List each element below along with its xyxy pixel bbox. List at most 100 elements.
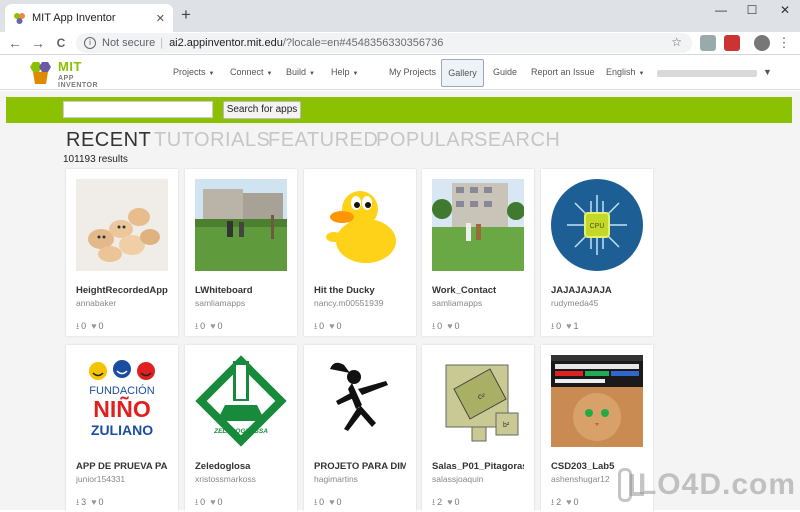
app-card[interactable]: LWhiteboard samliamapps ⭳ 0 ♥ 0 <box>185 169 297 336</box>
lo4d-watermark: LO4D.com <box>618 462 796 508</box>
app-author[interactable]: hagimartins <box>314 474 406 484</box>
menu-projects[interactable]: Projects ▼ <box>173 67 214 77</box>
app-stats: ⭳ 0 ♥ 0 <box>314 497 342 507</box>
close-window-button[interactable]: ✕ <box>770 3 800 17</box>
b-squared-label: b² <box>503 422 510 429</box>
app-thumbnail[interactable] <box>76 179 168 271</box>
app-name[interactable]: HeightRecordedApp <box>76 285 168 296</box>
app-stats: ⭳ 0 ♥ 0 <box>314 321 342 331</box>
app-author[interactable]: annabaker <box>76 298 168 308</box>
app-name[interactable]: PROJETO PARA DIMI <box>314 461 406 472</box>
my-projects-link[interactable]: My Projects <box>389 67 436 77</box>
app-card[interactable]: PROJETO PARA DIMI hagimartins ⭳ 0 ♥ 0 <box>304 345 416 512</box>
extension-icon[interactable] <box>700 35 716 51</box>
security-label: Not secure <box>102 37 156 49</box>
account-chevron-icon[interactable]: ▼ <box>763 67 772 77</box>
app-thumbnail[interactable]: c² b² <box>432 355 524 447</box>
tab-featured[interactable]: FEATURED <box>268 129 378 152</box>
app-author[interactable]: samliamapps <box>195 298 287 308</box>
download-icon: ⭳ <box>551 321 555 331</box>
new-tab-button[interactable]: + <box>181 6 191 24</box>
forward-button[interactable]: → <box>28 33 48 53</box>
app-card[interactable]: c² b² Salas_P01_Pitagoras salassjoaquin … <box>422 345 534 512</box>
gallery-button[interactable]: Gallery <box>441 59 484 87</box>
avatar[interactable] <box>754 35 770 51</box>
app-thumbnail[interactable]: ZELEDOGLOSSA <box>195 355 287 447</box>
extension-shield-icon[interactable] <box>724 35 740 51</box>
app-thumbnail[interactable] <box>432 179 524 271</box>
tab-close-icon[interactable]: ✕ <box>156 12 165 25</box>
gallery-page: Search for apps RECENT TUTORIALS FEATURE… <box>0 91 800 512</box>
heart-icon: ♥ <box>566 321 572 331</box>
guide-link[interactable]: Guide <box>493 67 517 77</box>
minimize-button[interactable]: — <box>706 3 736 17</box>
tab-recent[interactable]: RECENT <box>66 129 151 152</box>
report-issue-link[interactable]: Report an Issue <box>531 67 595 77</box>
app-thumbnail[interactable] <box>195 179 287 271</box>
tab-popular[interactable]: POPULAR <box>376 129 475 152</box>
download-icon: ⭳ <box>314 321 318 331</box>
app-author[interactable]: rudymeda45 <box>551 298 643 308</box>
logo-hexagon-icon <box>30 62 51 84</box>
app-name[interactable]: Work_Contact <box>432 285 524 296</box>
menu-help[interactable]: Help ▼ <box>331 67 358 77</box>
tab-search[interactable]: SEARCH <box>474 129 560 152</box>
tab-title: MIT App Inventor <box>32 12 116 24</box>
app-name[interactable]: Salas_P01_Pitagoras <box>432 461 524 472</box>
app-name[interactable]: APP DE PRUEVA PARA <box>76 461 168 472</box>
app-stats: ⭳ 0 ♥ 1 <box>551 321 579 331</box>
app-name[interactable]: Zeledoglosa <box>195 461 287 472</box>
menu-connect[interactable]: Connect ▼ <box>230 67 272 77</box>
app-stats: ⭳ 3 ♥ 0 <box>76 497 104 507</box>
app-stats: ⭳ 0 ♥ 0 <box>76 321 104 331</box>
search-apps-button[interactable]: Search for apps <box>223 101 301 119</box>
app-card[interactable]: Work_Contact samliamapps ⭳ 0 ♥ 0 <box>422 169 534 336</box>
menu-build[interactable]: Build ▼ <box>286 67 315 77</box>
back-button[interactable]: ← <box>5 33 25 53</box>
tab-tutorials[interactable]: TUTORIALS <box>154 129 270 152</box>
chevron-down-icon: ▼ <box>638 71 645 77</box>
heart-icon: ♥ <box>210 497 216 507</box>
chevron-down-icon: ▼ <box>208 71 215 77</box>
download-icon: ⭳ <box>76 321 80 331</box>
url-domain: ai2.appinventor.mit.edu <box>169 37 283 49</box>
address-bar[interactable]: i Not secure | ai2.appinventor.mit.edu /… <box>76 33 692 53</box>
app-thumbnail[interactable] <box>314 179 406 271</box>
search-input[interactable] <box>63 101 213 118</box>
cpu-label: CPU <box>590 223 605 230</box>
app-stats: ⭳ 0 ♥ 0 <box>195 497 223 507</box>
app-card[interactable]: Hit the Ducky nancy.m00551939 ⭳ 0 ♥ 0 <box>304 169 416 336</box>
info-icon[interactable]: i <box>84 37 96 49</box>
heart-icon: ♥ <box>329 321 335 331</box>
language-menu[interactable]: English ▼ <box>606 67 644 77</box>
app-card[interactable]: FUNDACIÓN NIÑO ZULIANO APP DE PRUEVA PAR… <box>66 345 178 512</box>
maximize-button[interactable]: ☐ <box>737 3 767 17</box>
user-email-blurred[interactable] <box>657 70 757 77</box>
app-stats: ⭳ 0 ♥ 0 <box>195 321 223 331</box>
download-icon: ⭳ <box>195 321 199 331</box>
browser-menu-icon[interactable]: ⋮ <box>774 33 794 53</box>
app-thumbnail[interactable] <box>314 355 406 447</box>
app-thumbnail[interactable]: FUNDACIÓN NIÑO ZULIANO <box>76 355 168 447</box>
browser-toolbar: ← → C i Not secure | ai2.appinventor.mit… <box>0 32 800 55</box>
zuliano-text: ZULIANO <box>91 422 153 438</box>
app-author[interactable]: nancy.m00551939 <box>314 298 406 308</box>
app-thumbnail[interactable]: CPU <box>551 179 643 271</box>
app-author[interactable]: salassjoaquin <box>432 474 524 484</box>
app-inventor-logo[interactable]: MIT APP INVENTOR <box>26 59 116 89</box>
app-name[interactable]: JAJAJAJAJA <box>551 285 643 296</box>
app-card[interactable]: CPU JAJAJAJAJA rudymeda45 ⭳ 0 ♥ 1 <box>541 169 653 336</box>
app-card[interactable]: ZELEDOGLOSSA Zeledoglosa xristossmarkoss… <box>185 345 297 512</box>
app-card[interactable]: HeightRecordedApp annabaker ⭳ 0 ♥ 0 <box>66 169 178 336</box>
bookmark-star-icon[interactable]: ☆ <box>671 35 682 49</box>
app-thumbnail[interactable] <box>551 355 643 447</box>
reload-button[interactable]: C <box>51 33 71 53</box>
app-name[interactable]: Hit the Ducky <box>314 285 406 296</box>
app-author[interactable]: samliamapps <box>432 298 524 308</box>
download-icon: ⭳ <box>314 497 318 507</box>
heart-icon: ♥ <box>447 497 453 507</box>
app-author[interactable]: junior154331 <box>76 474 168 484</box>
app-author[interactable]: xristossmarkoss <box>195 474 287 484</box>
browser-tab[interactable]: MIT App Inventor ✕ <box>5 4 173 32</box>
app-name[interactable]: LWhiteboard <box>195 285 287 296</box>
